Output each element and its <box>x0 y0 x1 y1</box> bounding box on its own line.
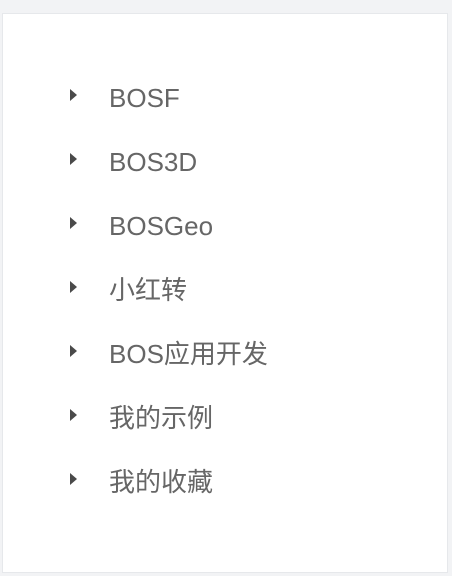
category-tree: BOSF BOS3D BOSGeo 小红转 BOS应用开发 我的示例 我的收藏 <box>3 69 447 517</box>
caret-right-icon[interactable] <box>70 281 77 293</box>
caret-right-icon[interactable] <box>70 217 77 229</box>
caret-right-icon[interactable] <box>70 409 77 421</box>
tree-item-label: BOS3D <box>109 147 198 177</box>
caret-right-icon[interactable] <box>70 345 77 357</box>
caret-right-icon[interactable] <box>70 89 77 101</box>
caret-right-icon[interactable] <box>70 473 77 485</box>
tree-item-label: 我的示例 <box>109 403 214 433</box>
tree-item-label: BOSF <box>109 83 180 113</box>
tree-item-bosgeo[interactable]: BOSGeo <box>3 197 447 261</box>
tree-item-xiaohongzhuan[interactable]: 小红转 <box>3 261 447 325</box>
tree-item-label: 我的收藏 <box>109 467 214 497</box>
tree-item-bos3d[interactable]: BOS3D <box>3 133 447 197</box>
navigation-panel: BOSF BOS3D BOSGeo 小红转 BOS应用开发 我的示例 我的收藏 <box>2 13 448 573</box>
tree-item-bos-app-dev[interactable]: BOS应用开发 <box>3 325 447 389</box>
tree-item-label: BOS应用开发 <box>109 339 268 369</box>
caret-right-icon[interactable] <box>70 153 77 165</box>
tree-item-my-examples[interactable]: 我的示例 <box>3 389 447 453</box>
tree-item-label: 小红转 <box>109 275 188 305</box>
tree-item-bosf[interactable]: BOSF <box>3 69 447 133</box>
tree-item-my-favorites[interactable]: 我的收藏 <box>3 453 447 517</box>
tree-item-label: BOSGeo <box>109 211 214 241</box>
